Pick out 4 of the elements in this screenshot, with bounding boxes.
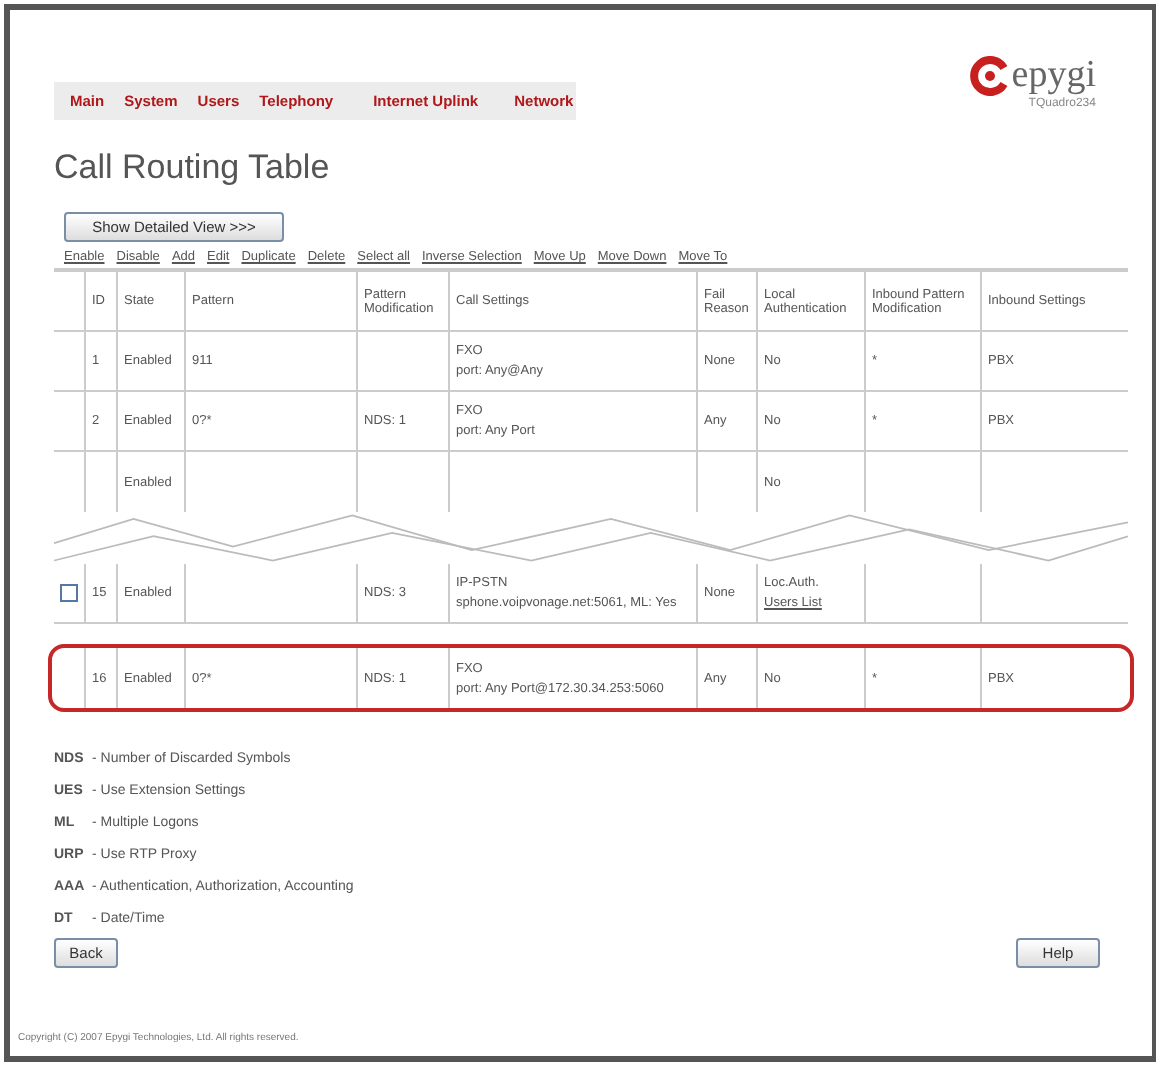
logo-icon bbox=[969, 56, 1010, 96]
row-checkbox[interactable] bbox=[60, 584, 78, 602]
page-title: Call Routing Table bbox=[54, 148, 332, 188]
logo-text: epygi bbox=[1011, 54, 1096, 97]
